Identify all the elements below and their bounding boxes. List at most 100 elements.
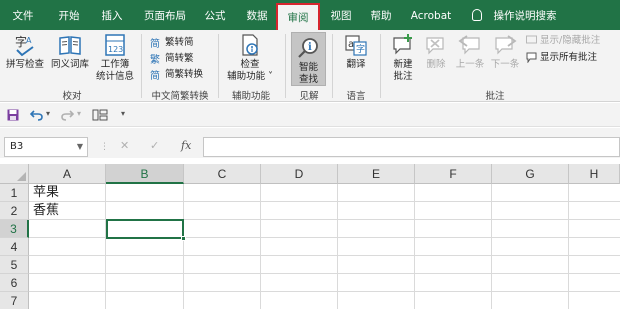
tab-file[interactable]: 文件 [6, 0, 40, 30]
tab-acrobat[interactable]: Acrobat [406, 0, 456, 30]
show-all-comments-button[interactable]: 显示所有批注 [526, 51, 597, 65]
column-header-a[interactable]: A [29, 164, 106, 184]
row-header-7[interactable]: 7 [0, 292, 29, 309]
svg-text:a: a [348, 39, 354, 50]
thesaurus-button[interactable]: 同义词库 [48, 33, 92, 71]
row-header-4[interactable]: 4 [0, 238, 29, 256]
form-icon[interactable] [92, 109, 108, 121]
cancel-entry-icon[interactable]: ✕ [120, 139, 129, 152]
accessibility-check-icon [242, 34, 258, 56]
check-accessibility-label-1: 检查 [240, 59, 260, 70]
insert-function-icon[interactable]: fx [181, 139, 191, 152]
spell-check-button[interactable]: 字 A 拼写检查 [5, 33, 45, 71]
group-label-comments: 批注 [485, 91, 505, 102]
spell-check-label: 拼写检查 [5, 59, 44, 70]
to-simplified-button[interactable]: 简繁转简 [150, 36, 194, 50]
delete-comment-label: 删除 [426, 59, 446, 70]
statistics-icon: 123 [105, 34, 125, 56]
new-comment-icon [393, 34, 412, 55]
select-all-button[interactable] [0, 164, 29, 184]
comment-toggle-icon [526, 35, 537, 44]
column-gridline [183, 184, 184, 309]
new-comment-label-2: 批注 [393, 71, 413, 82]
redo-icon[interactable] [60, 109, 74, 121]
delete-comment-icon [426, 37, 444, 55]
group-label-language: 语言 [346, 91, 366, 102]
ribbon-separator [332, 34, 333, 98]
translate-icon: a 字 [345, 35, 367, 56]
tab-data[interactable]: 数据 [240, 0, 274, 30]
row-header-2[interactable]: 2 [0, 202, 29, 220]
column-header-c[interactable]: C [184, 164, 261, 184]
tell-me-search[interactable]: 操作说明搜索 [490, 0, 560, 30]
row-header-6[interactable]: 6 [0, 274, 29, 292]
selected-cell-b3[interactable] [106, 219, 184, 239]
column-header-d[interactable]: D [261, 164, 338, 184]
name-box[interactable]: B3 ▼ [4, 137, 88, 157]
svg-text:A: A [26, 36, 32, 45]
column-header-h[interactable]: H [569, 164, 620, 184]
redo-dropdown-icon[interactable]: ▾ [77, 109, 81, 118]
previous-comment-label: 上一条 [455, 59, 485, 70]
save-icon[interactable] [7, 109, 19, 121]
smart-lookup-button[interactable]: i 智能 查找 [291, 32, 326, 86]
tab-help[interactable]: 帮助 [364, 0, 398, 30]
thesaurus-label: 同义词库 [50, 59, 89, 70]
fill-handle[interactable] [181, 236, 186, 241]
show-hide-comment-button[interactable]: 显示/隐藏批注 [526, 34, 600, 48]
svg-text:简: 简 [150, 69, 160, 81]
tab-review[interactable]: 审阅 [276, 3, 320, 30]
customize-qat-dropdown-icon[interactable]: ▾ [121, 109, 125, 118]
svg-text:简: 简 [150, 37, 160, 49]
column-gridline [491, 184, 492, 309]
cell-a1[interactable]: 苹果 [29, 184, 59, 202]
ribbon-separator [380, 34, 381, 98]
undo-icon[interactable] [30, 109, 44, 121]
column-gridline [568, 184, 569, 309]
formula-bar-grip-icon[interactable]: ⋮ [100, 140, 109, 154]
traditional-to-simplified-icon: 简 [150, 37, 160, 49]
delete-comment-button[interactable]: 删除 [422, 33, 450, 71]
show-all-comments-icon [526, 52, 537, 63]
formula-input[interactable] [203, 137, 620, 157]
row-header-5[interactable]: 5 [0, 256, 29, 274]
column-header-f[interactable]: F [415, 164, 492, 184]
column-header-g[interactable]: G [492, 164, 569, 184]
cell-a2[interactable]: 香蕉 [29, 202, 59, 220]
column-header-b[interactable]: B [106, 164, 184, 184]
undo-dropdown-icon[interactable]: ▾ [46, 109, 50, 118]
column-gridline [337, 184, 338, 309]
column-gridline [105, 184, 106, 309]
name-box-value: B3 [10, 141, 24, 152]
check-accessibility-button[interactable]: 检查 辅助功能 ˅ [222, 33, 278, 83]
svg-text:繁: 繁 [150, 53, 160, 65]
worksheet-grid[interactable]: A B C D E F G H 1 2 3 4 5 6 7 苹果 香蕉 [0, 164, 620, 309]
book-icon [59, 36, 81, 55]
ribbon-tab-bar: 文件 开始 插入 页面布局 公式 数据 审阅 视图 帮助 Acrobat 操作说… [0, 0, 620, 30]
enter-entry-icon[interactable]: ✓ [150, 139, 159, 152]
ribbon-separator [285, 34, 286, 98]
tab-formulas[interactable]: 公式 [198, 0, 232, 30]
svg-text:123: 123 [108, 45, 123, 54]
to-traditional-button[interactable]: 繁简转繁 [150, 52, 194, 66]
previous-comment-button[interactable]: 上一条 [454, 33, 486, 71]
tab-view[interactable]: 视图 [324, 0, 358, 30]
group-label-proofing: 校对 [62, 91, 82, 102]
chinese-conversion-button[interactable]: 简简繁转换 [150, 68, 203, 82]
row-gridline [29, 255, 620, 256]
tab-page-layout[interactable]: 页面布局 [138, 0, 192, 30]
translate-button[interactable]: a 字 翻译 [340, 33, 372, 71]
translate-label: 翻译 [346, 59, 366, 70]
workbook-statistics-button[interactable]: 123 工作簿 统计信息 [94, 33, 136, 83]
group-label-chinese-conversion: 中文简繁转换 [151, 91, 209, 102]
row-header-1[interactable]: 1 [0, 184, 29, 202]
tab-home[interactable]: 开始 [50, 0, 88, 30]
select-all-triangle-icon [17, 172, 26, 181]
row-header-3[interactable]: 3 [0, 220, 29, 238]
previous-comment-icon [458, 35, 480, 55]
column-header-e[interactable]: E [338, 164, 415, 184]
name-box-dropdown-icon[interactable]: ▼ [77, 138, 83, 156]
new-comment-button[interactable]: 新建 批注 [386, 33, 420, 83]
next-comment-button[interactable]: 下一条 [489, 33, 521, 71]
tab-insert[interactable]: 插入 [94, 0, 130, 30]
